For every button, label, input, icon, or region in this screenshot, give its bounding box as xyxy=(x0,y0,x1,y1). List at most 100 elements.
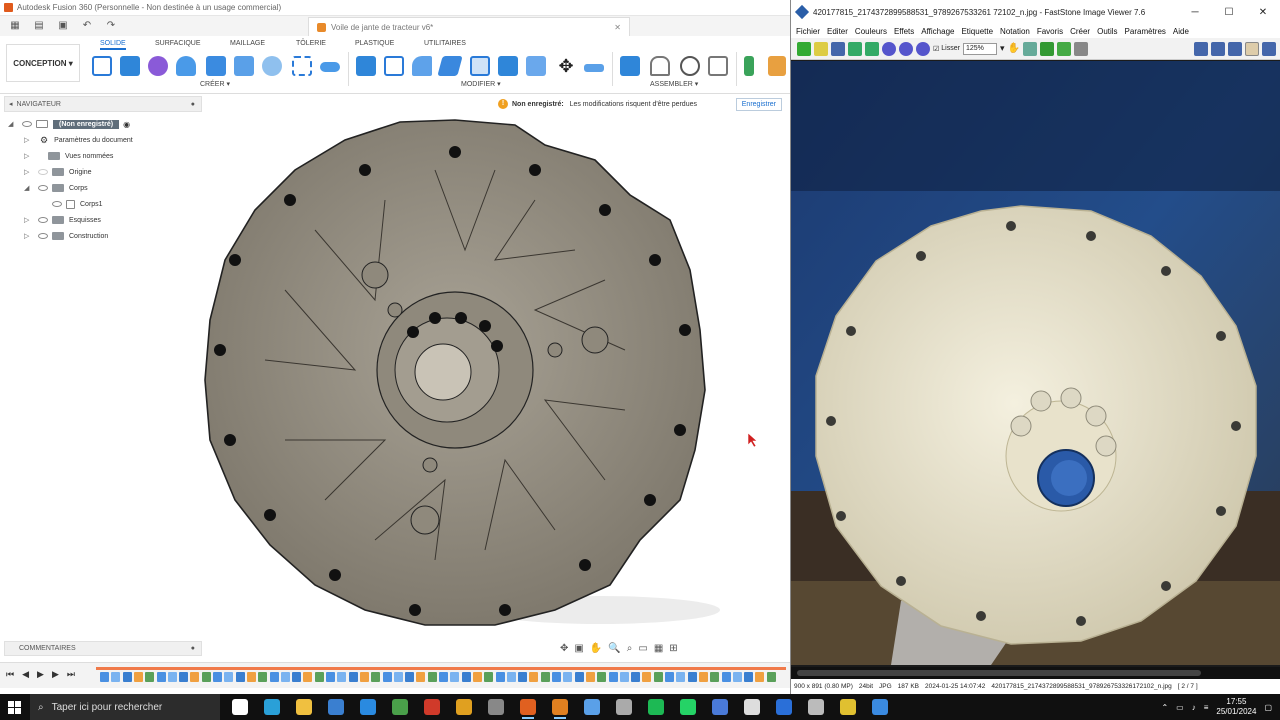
timeline-feature[interactable] xyxy=(145,672,155,682)
photo-wheel-disc[interactable] xyxy=(791,61,1280,665)
thumbnails-icon[interactable] xyxy=(1262,41,1276,56)
play-icon[interactable]: ▶ xyxy=(37,669,44,680)
tree-item-construction[interactable]: ▷ Construction xyxy=(8,228,208,244)
wheel-disc-3d-model[interactable] xyxy=(200,110,720,650)
tray-chevron-icon[interactable]: ⌃ xyxy=(1161,703,1168,712)
comments-options-icon[interactable]: ● xyxy=(191,645,195,652)
menu-item[interactable]: Aide xyxy=(1173,27,1189,36)
visibility-eye-icon[interactable] xyxy=(38,217,48,223)
timeline-feature[interactable] xyxy=(371,672,381,682)
taskbar-app[interactable] xyxy=(224,694,256,720)
pipe-icon[interactable] xyxy=(320,62,340,72)
fullscreen-icon[interactable] xyxy=(1245,41,1259,56)
tab-maillage[interactable]: MAILLAGE xyxy=(230,40,265,47)
scrollbar-thumb[interactable] xyxy=(797,670,1201,676)
timeline-feature[interactable] xyxy=(732,672,742,682)
timeline-feature[interactable] xyxy=(755,672,765,682)
timeline-feature[interactable] xyxy=(484,672,494,682)
taskbar-search[interactable]: ⌕ Taper ici pour rechercher xyxy=(30,694,220,720)
menu-item[interactable]: Notation xyxy=(1000,27,1030,36)
menu-item[interactable]: Affichage xyxy=(921,27,954,36)
timeline-feature[interactable] xyxy=(246,672,256,682)
timeline-feature[interactable] xyxy=(269,672,279,682)
volume-icon[interactable]: ♪ xyxy=(1192,703,1196,712)
timeline-feature[interactable] xyxy=(405,672,415,682)
tree-item-corps1[interactable]: Corps1 xyxy=(8,196,208,212)
smooth-checkbox[interactable]: ☑ Lisser xyxy=(933,45,960,53)
zoom-dropdown-icon[interactable]: ▾ xyxy=(1000,43,1005,54)
next-image-icon[interactable] xyxy=(865,41,879,56)
timeline-feature[interactable] xyxy=(766,672,776,682)
timeline-feature[interactable] xyxy=(292,672,302,682)
taskbar-app[interactable] xyxy=(320,694,352,720)
previous-image-icon[interactable] xyxy=(848,41,862,56)
timeline-feature[interactable] xyxy=(156,672,166,682)
timeline-feature[interactable] xyxy=(698,672,708,682)
taskbar-app[interactable] xyxy=(352,694,384,720)
language-icon[interactable]: ≡ xyxy=(1204,703,1209,712)
menu-item[interactable]: Effets xyxy=(894,27,914,36)
assemble-group-label[interactable]: ASSEMBLER ▾ xyxy=(650,80,698,88)
orbit-icon[interactable]: ✥ xyxy=(560,643,568,654)
menu-item[interactable]: Outils xyxy=(1097,27,1117,36)
step-back-icon[interactable]: ◀ xyxy=(22,669,29,680)
scale-icon[interactable] xyxy=(498,56,518,76)
timeline-feature[interactable] xyxy=(258,672,268,682)
hand-tool-icon[interactable]: ✋ xyxy=(1008,43,1020,54)
taskbar-app[interactable] xyxy=(448,694,480,720)
expand-triangle-icon[interactable]: ▷ xyxy=(24,216,34,224)
menu-item[interactable]: Créer xyxy=(1070,27,1090,36)
tree-item-vues[interactable]: ▷ Vues nommées xyxy=(8,148,208,164)
timeline-feature[interactable] xyxy=(540,672,550,682)
tab-tolerie[interactable]: TÔLERIE xyxy=(296,40,326,47)
save-button[interactable]: Enregistrer xyxy=(735,97,782,111)
crop-icon[interactable] xyxy=(1022,41,1037,56)
timeline-feature[interactable] xyxy=(585,672,595,682)
grid-menu-icon[interactable]: ▦ xyxy=(6,19,24,33)
press-pull-icon[interactable] xyxy=(356,56,376,76)
taskbar-app[interactable] xyxy=(576,694,608,720)
collapse-icon[interactable]: ◂ xyxy=(9,100,13,108)
taskbar-app[interactable] xyxy=(800,694,832,720)
timeline-feature[interactable] xyxy=(439,672,448,682)
timeline-feature[interactable] xyxy=(111,672,121,682)
timeline-feature[interactable] xyxy=(122,672,132,682)
menu-item[interactable]: Etiquette xyxy=(961,27,993,36)
go-to-start-icon[interactable]: ⏮ xyxy=(6,669,14,680)
loft-icon[interactable] xyxy=(234,56,254,76)
timeline-feature[interactable] xyxy=(563,672,573,682)
timeline-feature[interactable] xyxy=(190,672,200,682)
save-icon[interactable] xyxy=(831,41,845,56)
timeline-track[interactable] xyxy=(96,667,786,670)
timeline-feature[interactable] xyxy=(167,672,177,682)
document-tab[interactable]: Voile de jante de tracteur v6* ✕ xyxy=(308,17,630,36)
taskbar-app[interactable] xyxy=(640,694,672,720)
form-icon[interactable] xyxy=(148,56,168,76)
tree-item-esquisses[interactable]: ▷ Esquisses xyxy=(8,212,208,228)
redo-icon[interactable]: ↷ xyxy=(102,19,120,33)
slideshow-icon[interactable] xyxy=(1073,41,1088,56)
visibility-eye-icon[interactable] xyxy=(38,169,48,175)
taskbar-app[interactable] xyxy=(704,694,736,720)
tab-utilitaires[interactable]: UTILITAIRES xyxy=(424,40,466,47)
expand-triangle-icon[interactable]: ▷ xyxy=(24,152,34,160)
close-tab-icon[interactable]: ✕ xyxy=(614,23,621,32)
layout-icon[interactable] xyxy=(1194,41,1208,56)
timeline-feature[interactable] xyxy=(506,672,516,682)
timeline-feature[interactable] xyxy=(133,672,143,682)
move-icon[interactable]: ✥ xyxy=(556,56,576,76)
taskbar-app[interactable] xyxy=(608,694,640,720)
tab-solide[interactable]: SOLIDE xyxy=(100,40,126,50)
shell-icon[interactable] xyxy=(437,56,463,76)
timeline-feature[interactable] xyxy=(337,672,347,682)
resize-icon[interactable] xyxy=(1039,41,1054,56)
close-icon[interactable]: ✕ xyxy=(1246,7,1280,18)
timeline-feature[interactable] xyxy=(393,672,403,682)
visibility-eye-icon[interactable] xyxy=(38,233,48,239)
menu-item[interactable]: Fichier xyxy=(796,27,820,36)
visibility-eye-icon[interactable] xyxy=(38,185,48,191)
taskbar-app[interactable] xyxy=(736,694,768,720)
revolve-icon[interactable] xyxy=(176,56,196,76)
comments-panel[interactable]: COMMENTAIRES ● xyxy=(4,641,202,656)
rotate-icon[interactable] xyxy=(1056,41,1071,56)
